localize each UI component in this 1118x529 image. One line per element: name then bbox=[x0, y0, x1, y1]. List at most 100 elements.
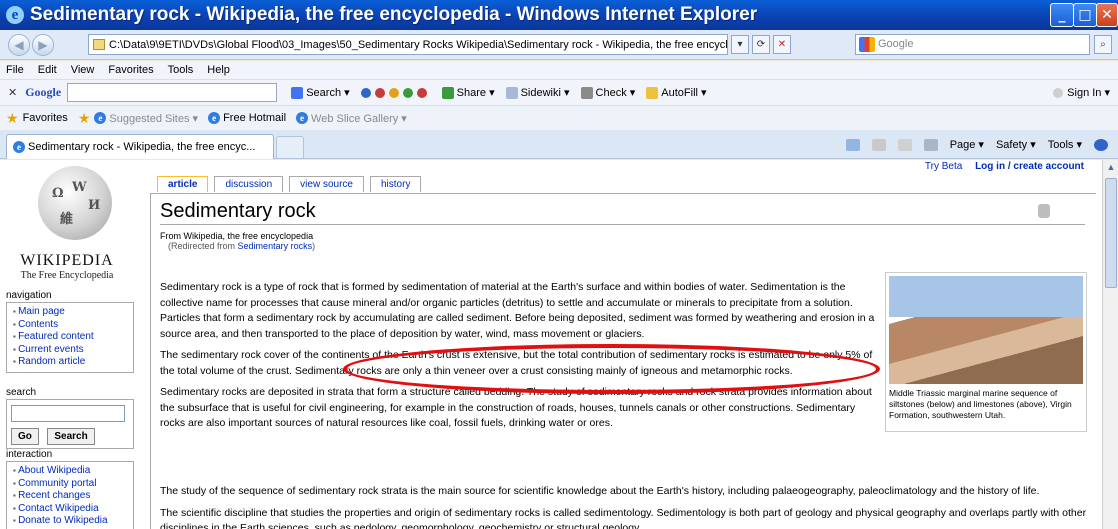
wikipedia-globe-icon: Ω W И 維 bbox=[38, 166, 112, 240]
go-button[interactable]: Go bbox=[11, 428, 39, 445]
address-toolbar: ◀ ▶ C:\Data\9\9ETI\DVDs\Global Flood\03_… bbox=[0, 30, 1118, 60]
page-tabs: article discussion view source history bbox=[157, 176, 422, 192]
browser-window: e Sedimentary rock - Wikipedia, the free… bbox=[0, 0, 1118, 529]
about-wikipedia-link[interactable]: About Wikipedia bbox=[13, 465, 133, 478]
tab-row: e Sedimentary rock - Wikipedia, the free… bbox=[0, 130, 1118, 159]
address-input[interactable]: C:\Data\9\9ETI\DVDs\Global Flood\03_Imag… bbox=[88, 34, 728, 55]
add-favorite-icon[interactable]: ★ bbox=[78, 110, 91, 127]
tab-article[interactable]: article bbox=[157, 176, 209, 192]
web-slice-gallery[interactable]: e Web Slice Gallery ▾ bbox=[296, 112, 407, 125]
home-icon[interactable] bbox=[845, 138, 860, 151]
wiki-search-button[interactable]: Search bbox=[47, 428, 95, 445]
scroll-up-icon[interactable]: ▲ bbox=[1105, 162, 1117, 176]
menu-tools[interactable]: Tools bbox=[168, 64, 194, 76]
tab-history[interactable]: history bbox=[369, 176, 422, 192]
try-beta-link[interactable]: Try Beta bbox=[925, 161, 962, 172]
close-button[interactable]: ✕ bbox=[1096, 3, 1118, 27]
search-placeholder: Google bbox=[878, 38, 914, 50]
page-content: Ω W И 維 WIKIPEDIA The Free Encyclopedia … bbox=[0, 160, 1102, 529]
mail-icon[interactable] bbox=[897, 138, 912, 151]
paragraph-4: The study of the sequence of sedimentary… bbox=[160, 485, 1040, 497]
nav-featured-content[interactable]: Featured content bbox=[13, 331, 133, 344]
redirect-note: (Redirected from Sedimentary rocks) bbox=[168, 241, 316, 251]
autofill-button[interactable]: AutoFill ▾ bbox=[646, 86, 707, 99]
print-icon[interactable] bbox=[923, 138, 938, 151]
help-icon[interactable] bbox=[1094, 138, 1108, 151]
maximize-button[interactable]: □ bbox=[1073, 3, 1097, 27]
nav-current-events[interactable]: Current events bbox=[13, 344, 133, 357]
refresh-button[interactable]: ⟳ bbox=[752, 35, 770, 54]
wiki-search-input[interactable] bbox=[11, 405, 125, 422]
tab-sedimentary-rock[interactable]: e Sedimentary rock - Wikipedia, the free… bbox=[6, 134, 274, 159]
close-toolbar-icon[interactable]: ✕ bbox=[8, 86, 17, 99]
tab-title: Sedimentary rock - Wikipedia, the free e… bbox=[28, 141, 256, 153]
thumbnail-caption: Middle Triassic marginal marine sequence… bbox=[889, 388, 1072, 420]
google-search-button[interactable]: Search ▾ bbox=[291, 86, 350, 99]
free-hotmail-link[interactable]: e Free Hotmail bbox=[208, 112, 286, 124]
page-icon bbox=[93, 39, 105, 50]
search-portlet: Go Search bbox=[6, 400, 134, 449]
address-url: C:\Data\9\9ETI\DVDs\Global Flood\03_Imag… bbox=[109, 38, 728, 51]
nav-contents[interactable]: Contents bbox=[13, 319, 133, 332]
nav-random-article[interactable]: Random article bbox=[13, 356, 133, 369]
sign-in-button[interactable]: Sign In ▾ bbox=[1053, 86, 1110, 99]
back-button[interactable]: ◀ bbox=[8, 33, 30, 56]
favorites-button[interactable]: Favorites bbox=[23, 112, 68, 124]
search-button[interactable]: ⌕ bbox=[1094, 35, 1112, 54]
login-link[interactable]: Log in / create account bbox=[975, 161, 1084, 172]
paragraph-5: The scientific discipline that studies t… bbox=[160, 506, 1087, 529]
ie-icon: e bbox=[6, 6, 24, 24]
personal-tools: Try Beta Log in / create account bbox=[925, 161, 1084, 172]
page-menu[interactable]: Page ▾ bbox=[950, 138, 984, 151]
google-logo: Google bbox=[25, 85, 62, 99]
navigation-title: navigation bbox=[6, 290, 134, 303]
menu-edit[interactable]: Edit bbox=[38, 64, 57, 76]
google-toolbar: ✕ Google Search ▾ Share ▾ Sidewiki ▾ Che… bbox=[0, 79, 1118, 105]
paragraph-1: Sedimentary rock is a type of rock that … bbox=[160, 281, 875, 340]
wikipedia-wordmark: WIKIPEDIA bbox=[20, 252, 114, 269]
minimize-button[interactable]: _ bbox=[1050, 3, 1074, 27]
search-box[interactable]: Google bbox=[855, 34, 1090, 55]
vertical-scrollbar[interactable]: ▲ bbox=[1102, 160, 1118, 529]
menu-favorites[interactable]: Favorites bbox=[108, 64, 153, 76]
page-title: Sedimentary rock bbox=[160, 200, 1085, 225]
wikipedia-logo[interactable]: Ω W И 維 bbox=[16, 166, 134, 246]
tab-discussion[interactable]: discussion bbox=[214, 176, 284, 192]
wikipedia-tagline: The Free Encyclopedia bbox=[20, 270, 114, 281]
interaction-portlet: About Wikipedia Community portal Recent … bbox=[6, 462, 134, 529]
contact-wikipedia-link[interactable]: Contact Wikipedia bbox=[13, 503, 133, 516]
favorites-bar: ★ Favorites ★ e Suggested Sites ▾ e Free H… bbox=[0, 105, 1118, 130]
tools-menu[interactable]: Tools ▾ bbox=[1048, 138, 1082, 151]
menu-view[interactable]: View bbox=[71, 64, 95, 76]
new-tab-button[interactable] bbox=[276, 136, 304, 159]
site-sub: From Wikipedia, the free encyclopedia bbox=[160, 231, 314, 241]
toolbar-icons bbox=[360, 87, 431, 98]
redirect-link[interactable]: Sedimentary rocks bbox=[238, 241, 313, 251]
menu-bar: File Edit View Favorites Tools Help bbox=[0, 61, 1118, 79]
tab-view-source[interactable]: view source bbox=[289, 176, 364, 192]
google-search-input[interactable] bbox=[67, 83, 278, 102]
spellcheck-button[interactable]: Check ▾ bbox=[580, 86, 635, 99]
search-title: search bbox=[6, 387, 134, 400]
nav-main-page[interactable]: Main page bbox=[13, 306, 133, 319]
stop-button[interactable]: ✕ bbox=[773, 35, 791, 54]
safety-menu[interactable]: Safety ▾ bbox=[996, 138, 1036, 151]
command-bar: Page ▾ Safety ▾ Tools ▾ bbox=[845, 138, 1108, 151]
recent-changes-link[interactable]: Recent changes bbox=[13, 490, 133, 503]
menu-help[interactable]: Help bbox=[207, 64, 230, 76]
interaction-title: interaction bbox=[6, 449, 134, 462]
title-bar: e Sedimentary rock - Wikipedia, the free… bbox=[0, 0, 1118, 30]
rock-strata-photo[interactable] bbox=[889, 276, 1083, 384]
donate-link[interactable]: Donate to Wikipedia bbox=[13, 515, 133, 528]
share-button[interactable]: Share ▾ bbox=[441, 86, 495, 99]
community-portal-link[interactable]: Community portal bbox=[13, 478, 133, 491]
suggested-sites[interactable]: e Suggested Sites ▾ bbox=[94, 112, 198, 125]
menu-file[interactable]: File bbox=[6, 64, 24, 76]
sidewiki-button[interactable]: Sidewiki ▾ bbox=[505, 86, 570, 99]
feeds-icon[interactable] bbox=[871, 138, 886, 151]
navigation-portlet: Main page Contents Featured content Curr… bbox=[6, 303, 134, 373]
scroll-thumb[interactable] bbox=[1105, 178, 1117, 288]
address-dropdown-button[interactable]: ▾ bbox=[731, 35, 749, 54]
forward-button[interactable]: ▶ bbox=[32, 33, 54, 56]
window-title: Sedimentary rock - Wikipedia, the free e… bbox=[30, 4, 758, 25]
